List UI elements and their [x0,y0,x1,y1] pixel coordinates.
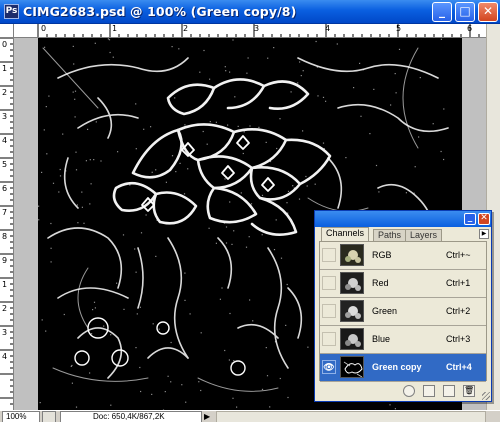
channel-thumbnail [340,244,364,266]
channel-row-red[interactable]: Red Ctrl+1 [320,270,486,298]
ruler-label: 8 [2,232,8,241]
ruler-label: 6 [2,184,8,193]
palette-resize-grip[interactable] [482,392,490,400]
palette-minimize-button[interactable]: _ [464,213,476,225]
channel-row-green[interactable]: Green Ctrl+2 [320,298,486,326]
document-title-bar[interactable]: Ps CIMG2683.psd @ 100% (Green copy/8) _ … [0,0,500,24]
channel-shortcut: Ctrl+1 [446,278,471,288]
status-menu-arrow-icon[interactable]: ▶ [204,411,214,422]
ruler-label: 2 [183,24,189,33]
horizontal-ruler[interactable]: 0 1 2 3 4 5 6 [14,24,486,38]
thumbnail-image [341,329,363,349]
ruler-label: 1 [2,64,8,73]
document-title: CIMG2683.psd @ 100% (Green copy/8) [23,4,297,19]
channel-shortcut: Ctrl+3 [446,334,471,344]
minimize-button[interactable]: _ [432,2,452,22]
palette-menu-button[interactable]: ▶ [479,229,489,239]
ruler-label: 4 [325,24,331,33]
channel-list: RGB Ctrl+~ Red Ctrl+1 Green Ctrl+2 Blue [319,241,487,382]
channel-name: Green copy [372,362,422,372]
thumbnail-image [341,245,363,265]
ruler-label: 3 [2,112,8,121]
new-channel-icon[interactable] [443,385,455,397]
thumbnail-image [341,273,363,293]
ruler-label: 1 [2,280,8,289]
status-info-icon[interactable] [42,411,56,422]
visibility-toggle[interactable] [322,304,336,318]
ruler-label: 6 [467,24,473,33]
ruler-label: 0 [2,40,8,49]
horizontal-ruler-ticks [37,24,480,37]
visibility-toggle[interactable] [322,248,336,262]
channel-name: Blue [372,334,391,344]
visibility-toggle[interactable] [322,276,336,290]
channel-shortcut: Ctrl+~ [446,250,471,260]
ruler-label: 9 [2,256,8,265]
channel-name: Red [372,278,389,288]
thumbnail-image [341,301,363,321]
channel-name: Green [372,306,398,316]
channel-row-rgb[interactable]: RGB Ctrl+~ [320,242,486,270]
ruler-label: 5 [396,24,402,33]
ruler-label: 7 [2,208,8,217]
load-selection-icon[interactable] [403,385,415,397]
horizontal-scrollbar[interactable] [216,411,486,422]
close-icon: ✕ [480,213,488,223]
status-bar: 100% Doc: 650,4K/867,2K ▶ [0,410,500,422]
visibility-toggle[interactable]: 👁 [322,360,336,374]
channel-row-green-copy[interactable]: 👁 Green copy Ctrl+4 [320,354,486,382]
ruler-label: 1 [112,24,118,33]
tab-channels[interactable]: Channels [321,227,370,241]
ruler-label: 3 [254,24,260,33]
zoom-level-field[interactable]: 100% [2,411,40,422]
channel-thumbnail [340,328,364,350]
channel-thumbnail [340,300,364,322]
palette-close-button[interactable]: ✕ [478,213,490,225]
delete-channel-icon[interactable]: 🗑 [463,385,475,397]
thumbnail-image [341,357,363,377]
vertical-ruler[interactable]: 0 1 2 3 4 5 6 7 8 9 1 2 3 4 [0,38,14,410]
channel-shortcut: Ctrl+4 [446,362,472,372]
ruler-label: 4 [2,352,8,361]
tab-layers[interactable]: Layers [405,229,443,241]
tab-paths[interactable]: Paths [373,229,407,241]
channel-row-blue[interactable]: Blue Ctrl+3 [320,326,486,354]
ruler-label: 0 [41,24,47,33]
palette-tabs: Channels Paths Layers [319,227,491,241]
ruler-label: 2 [2,88,8,97]
ruler-label: 4 [2,136,8,145]
visibility-toggle[interactable] [322,332,336,346]
close-button[interactable]: ✕ [478,2,498,22]
menu-arrow-icon: ▶ [481,231,487,237]
close-icon: ✕ [482,4,494,18]
ruler-label: 2 [2,304,8,313]
ruler-label: 5 [2,160,8,169]
palette-footer: 🗑 [319,383,487,399]
channel-thumbnail [340,356,364,378]
channel-shortcut: Ctrl+2 [446,306,471,316]
minimize-icon: _ [439,4,445,18]
save-selection-icon[interactable] [423,385,435,397]
maximize-button[interactable]: □ [455,2,475,22]
ruler-label: 3 [2,328,8,337]
minimize-icon: _ [467,213,473,223]
eye-icon: 👁 [323,362,335,372]
maximize-icon: □ [459,4,471,18]
photoshop-document-icon: Ps [4,4,19,19]
channel-thumbnail [340,272,364,294]
document-size-info: Doc: 650,4K/867,2K [60,411,202,422]
palette-title-bar[interactable]: _ ✕ [315,211,491,227]
channels-palette[interactable]: _ ✕ Channels Paths Layers ▶ RGB Ctrl+~ R… [314,210,492,402]
channel-name: RGB [372,250,392,260]
ruler-origin[interactable] [0,24,14,38]
